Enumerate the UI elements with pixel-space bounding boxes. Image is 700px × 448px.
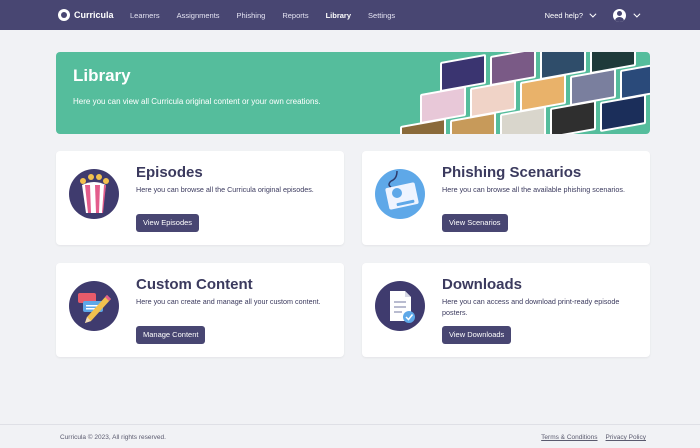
privacy-policy-link[interactable]: Privacy Policy — [606, 434, 646, 441]
banner-description: Here you can view all Curricula original… — [73, 97, 321, 106]
help-label: Need help? — [544, 10, 583, 20]
help-menu[interactable]: Need help? — [544, 10, 597, 20]
nav-link-phishing[interactable]: Phishing — [237, 11, 266, 20]
card-description: Here you can browse all the Curricula or… — [136, 185, 314, 194]
user-menu[interactable] — [613, 8, 641, 22]
custom-content-card: Custom Content Here you can create and m… — [56, 263, 344, 357]
card-title: Episodes — [136, 164, 203, 181]
footer: Curricula © 2023, All rights reserved. T… — [0, 424, 700, 448]
episode-collage-image — [400, 52, 650, 134]
footer-links: Terms & Conditions Privacy Policy — [541, 434, 646, 441]
episodes-card: Episodes Here you can browse all the Cur… — [56, 151, 344, 245]
nav-link-learners[interactable]: Learners — [130, 11, 160, 20]
card-title: Downloads — [442, 276, 523, 293]
brand-logo[interactable]: Curricula — [58, 9, 130, 21]
card-title: Phishing Scenarios — [442, 164, 582, 181]
copyright-text: Curricula © 2023, All rights reserved. — [60, 434, 166, 441]
nav-link-settings[interactable]: Settings — [368, 11, 395, 20]
downloads-card: Downloads Here you can access and downlo… — [362, 263, 650, 357]
nav-right: Need help? — [544, 8, 641, 22]
nav-links: Learners Assignments Phishing Reports Li… — [130, 11, 412, 20]
document-check-icon — [375, 281, 425, 331]
manage-content-button[interactable]: Manage Content — [136, 326, 206, 344]
brand-name: Curricula — [74, 10, 114, 20]
user-avatar-icon — [613, 8, 626, 22]
chevron-down-icon — [633, 10, 641, 18]
view-scenarios-button[interactable]: View Scenarios — [442, 214, 508, 232]
library-banner: Library Here you can view all Curricula … — [56, 52, 650, 134]
card-description: Here you can browse all the available ph… — [442, 185, 625, 194]
phishing-hook-icon — [375, 169, 425, 219]
top-nav: Curricula Learners Assignments Phishing … — [0, 0, 700, 30]
pencil-chat-icon — [69, 281, 119, 331]
chevron-down-icon — [589, 10, 597, 18]
page-title: Library — [73, 66, 131, 85]
card-description: Here you can access and download print-r… — [442, 297, 620, 317]
view-episodes-button[interactable]: View Episodes — [136, 214, 200, 232]
nav-link-reports[interactable]: Reports — [282, 11, 308, 20]
terms-link[interactable]: Terms & Conditions — [541, 434, 597, 441]
phishing-scenarios-card: Phishing Scenarios Here you can browse a… — [362, 151, 650, 245]
popcorn-icon — [69, 169, 119, 219]
card-description: Here you can create and manage all your … — [136, 297, 321, 306]
card-title: Custom Content — [136, 276, 253, 293]
view-downloads-button[interactable]: View Downloads — [442, 326, 512, 344]
curricula-logo-icon — [58, 9, 70, 21]
nav-link-library[interactable]: Library — [326, 11, 351, 20]
nav-link-assignments[interactable]: Assignments — [177, 11, 220, 20]
